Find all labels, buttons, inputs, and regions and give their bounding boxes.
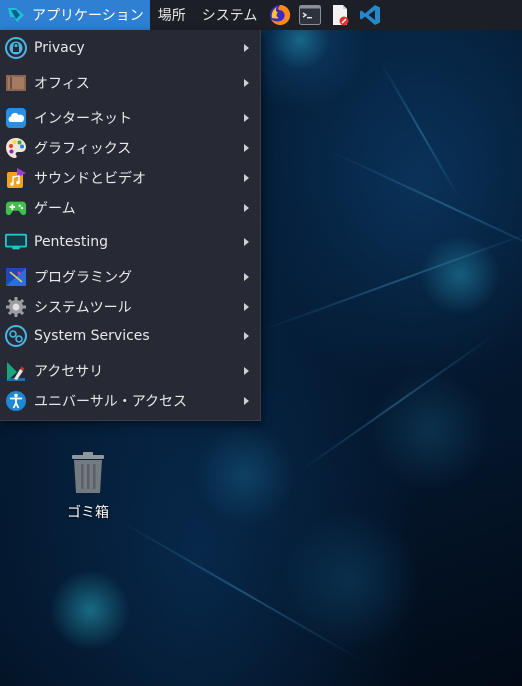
- menu-item-sound-video[interactable]: サウンドとビデオ: [0, 164, 260, 192]
- menu-item-graphics[interactable]: グラフィックス: [0, 134, 260, 162]
- accessibility-icon: [5, 390, 27, 412]
- menu-item-system-services[interactable]: System Services: [0, 322, 260, 350]
- submenu-arrow-icon: [244, 332, 249, 340]
- menu-item-internet[interactable]: インターネット: [0, 104, 260, 132]
- menu-item-label: アクセサリ: [34, 364, 104, 380]
- kali-logo-icon: [6, 5, 26, 25]
- submenu-arrow-icon: [244, 303, 249, 311]
- menu-item-label: グラフィックス: [34, 141, 132, 157]
- menu-item-office[interactable]: オフィス: [0, 69, 260, 97]
- submenu-arrow-icon: [244, 397, 249, 405]
- menu-item-system-tools[interactable]: システムツール: [0, 293, 260, 321]
- menu-item-label: プログラミング: [34, 270, 132, 286]
- submenu-arrow-icon: [244, 273, 249, 281]
- menu-item-programming[interactable]: プログラミング: [0, 263, 260, 291]
- gear-icon: [5, 296, 27, 318]
- submenu-arrow-icon: [244, 79, 249, 87]
- menu-item-pentesting[interactable]: Pentesting: [0, 228, 260, 256]
- submenu-arrow-icon: [244, 367, 249, 375]
- menu-item-label: サウンドとビデオ: [34, 171, 146, 187]
- monitor-icon: [5, 231, 27, 253]
- terminal-icon[interactable]: [298, 3, 322, 27]
- menu-item-label: オフィス: [34, 76, 90, 92]
- gamepad-icon: [5, 197, 27, 219]
- firefox-icon[interactable]: [268, 3, 292, 27]
- code-icon: [5, 266, 27, 288]
- submenu-arrow-icon: [244, 238, 249, 246]
- palette-icon: [5, 137, 27, 159]
- menu-item-label: Privacy: [34, 40, 85, 56]
- submenu-arrow-icon: [244, 44, 249, 52]
- applications-dropdown: Privacy オフィス インターネット グラフィックス サウンドとビデオ ゲー…: [0, 30, 261, 421]
- cloud-icon: [5, 107, 27, 129]
- submenu-arrow-icon: [244, 144, 249, 152]
- accessories-icon: [5, 360, 27, 382]
- menu-item-privacy[interactable]: Privacy: [0, 34, 260, 62]
- places-menu-button[interactable]: 場所: [150, 0, 194, 30]
- text-editor-icon[interactable]: [328, 3, 352, 27]
- vscode-icon[interactable]: [358, 3, 382, 27]
- applications-label: アプリケーション: [32, 8, 144, 24]
- menu-item-accessories[interactable]: アクセサリ: [0, 357, 260, 385]
- submenu-arrow-icon: [244, 114, 249, 122]
- trash-icon: [70, 452, 106, 498]
- submenu-arrow-icon: [244, 174, 249, 182]
- menu-item-label: System Services: [34, 328, 150, 344]
- menu-item-label: Pentesting: [34, 234, 108, 250]
- trash-label: ゴミ箱: [67, 505, 109, 521]
- top-panel: アプリケーション 場所 システム: [0, 0, 522, 30]
- menu-item-games[interactable]: ゲーム: [0, 194, 260, 222]
- menu-item-universal-access[interactable]: ユニバーサル・アクセス: [0, 387, 260, 415]
- music-icon: [5, 167, 27, 189]
- menu-item-label: ユニバーサル・アクセス: [34, 394, 188, 410]
- system-menu-button[interactable]: システム: [194, 0, 266, 30]
- applications-menu-button[interactable]: アプリケーション: [0, 0, 150, 30]
- office-icon: [5, 72, 27, 94]
- trash-desktop-icon[interactable]: ゴミ箱: [60, 452, 116, 522]
- services-icon: [5, 325, 27, 347]
- menu-item-label: ゲーム: [34, 201, 76, 217]
- privacy-icon: [5, 37, 27, 59]
- menu-item-label: インターネット: [34, 111, 132, 127]
- menu-item-label: システムツール: [34, 300, 132, 316]
- submenu-arrow-icon: [244, 204, 249, 212]
